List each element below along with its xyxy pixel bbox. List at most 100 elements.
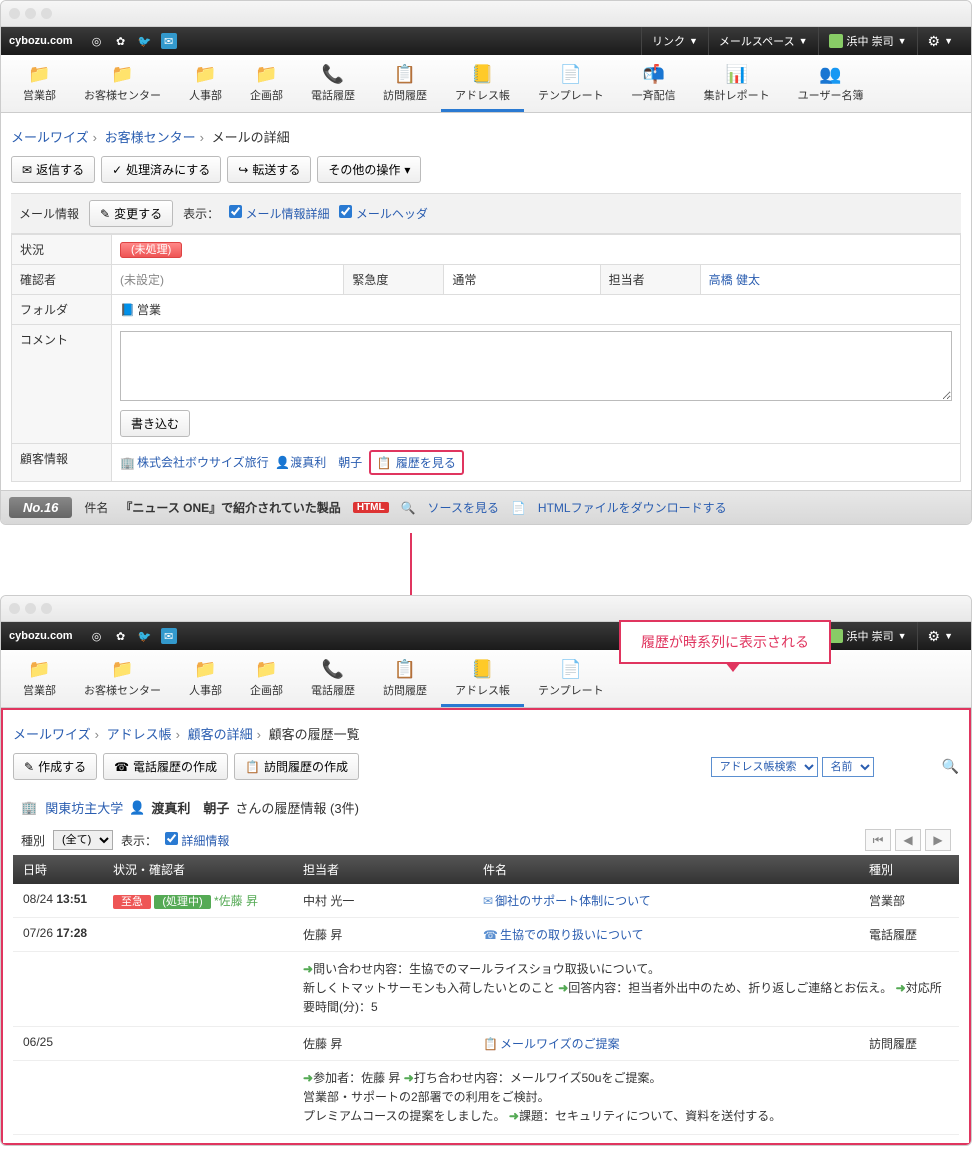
col-subject: 件名 bbox=[473, 855, 859, 884]
subject-link[interactable]: メールワイズのご提案 bbox=[500, 1037, 620, 1051]
nav-phone-history[interactable]: 📞電話履歴 bbox=[297, 654, 369, 707]
bc-customer[interactable]: 顧客の詳細 bbox=[188, 727, 253, 742]
nav-address-book[interactable]: 📒アドレス帳 bbox=[441, 59, 524, 112]
customer-person-link[interactable]: 渡真利 朝子 bbox=[290, 456, 362, 470]
avatar-icon bbox=[829, 34, 843, 48]
nav-address-book[interactable]: 📒アドレス帳 bbox=[441, 654, 524, 707]
link-menu[interactable]: リンク▼ bbox=[641, 27, 708, 55]
traffic-close-icon[interactable] bbox=[9, 8, 20, 19]
assignee-label: 担当者 bbox=[600, 265, 700, 295]
customer-company-link[interactable]: 株式会社ボウサイズ旅行 bbox=[137, 456, 269, 470]
search-scope-select[interactable]: アドレス帳検索 bbox=[711, 757, 818, 777]
nav-sales[interactable]: 📁営業部 bbox=[9, 59, 70, 112]
app-icon[interactable]: ◎ bbox=[89, 628, 105, 644]
next-page-button[interactable]: ▶ bbox=[925, 829, 951, 851]
user-menu[interactable]: 浜中 崇司▼ bbox=[818, 27, 917, 55]
table-row-detail: ➜問い合わせ内容：生協でのマールライスショウ取扱いについて。 新しくトマットサー… bbox=[13, 952, 959, 1027]
folder-icon: 📁 bbox=[253, 658, 281, 680]
search-by-select[interactable]: 名前 bbox=[822, 757, 874, 777]
user-menu[interactable]: 浜中 崇司▼ bbox=[818, 622, 917, 650]
bulk-icon: 📬 bbox=[640, 63, 668, 85]
nav-visit-history[interactable]: 📋訪問履歴 bbox=[369, 59, 441, 112]
assignee-link[interactable]: 高橋 健太 bbox=[709, 273, 760, 287]
nav-customer-center[interactable]: 📁お客様センター bbox=[70, 59, 175, 112]
traffic-min-icon[interactable] bbox=[25, 603, 36, 614]
nav-planning[interactable]: 📁企画部 bbox=[236, 654, 297, 707]
traffic-close-icon[interactable] bbox=[9, 603, 20, 614]
nav-template[interactable]: 📄テンプレート bbox=[524, 654, 618, 707]
bird-icon[interactable]: 🐦 bbox=[137, 628, 153, 644]
mail-icon[interactable]: ✉ bbox=[161, 628, 177, 644]
type-label: 種別 bbox=[21, 832, 45, 849]
create-phone-button[interactable]: ☎電話履歴の作成 bbox=[103, 753, 228, 780]
gear-icon[interactable]: ⚙▼ bbox=[917, 27, 963, 55]
navbar: 📁営業部 📁お客様センター 📁人事部 📁企画部 📞電話履歴 📋訪問履歴 📒アドレ… bbox=[1, 55, 971, 113]
nav-report[interactable]: 📊集計レポート bbox=[690, 59, 784, 112]
nav-sales[interactable]: 📁営業部 bbox=[9, 654, 70, 707]
col-datetime: 日時 bbox=[13, 855, 103, 884]
first-page-button[interactable]: ⏮ bbox=[865, 829, 891, 851]
history-heading: 🏢関東坊主大学 👤渡真利 朝子 さんの履歴情報 (3件) bbox=[13, 790, 959, 825]
settings-icon[interactable]: ✿ bbox=[113, 33, 129, 49]
prev-page-button[interactable]: ◀ bbox=[895, 829, 921, 851]
nav-customer-center[interactable]: 📁お客様センター bbox=[70, 654, 175, 707]
mark-done-button[interactable]: ✓処理済みにする bbox=[101, 156, 221, 183]
type-select[interactable]: (全て) bbox=[53, 830, 113, 850]
visit-icon: 📋 bbox=[391, 63, 419, 85]
nav-template[interactable]: 📄テンプレート bbox=[524, 59, 618, 112]
bc-space[interactable]: お客様センター bbox=[105, 130, 196, 145]
view-history-link[interactable]: 履歴を見る bbox=[396, 454, 456, 471]
nav-users[interactable]: 👥ユーザー名簿 bbox=[784, 59, 878, 112]
download-html-link[interactable]: HTMLファイルをダウンロードする bbox=[538, 499, 727, 516]
nav-bulk[interactable]: 📬一斉配信 bbox=[618, 59, 690, 112]
visit-icon: 📋 bbox=[391, 658, 419, 680]
bird-icon[interactable]: 🐦 bbox=[137, 33, 153, 49]
forward-button[interactable]: ↪転送する bbox=[227, 156, 311, 183]
bc-root[interactable]: メールワイズ bbox=[11, 130, 89, 145]
settings-icon[interactable]: ✿ bbox=[113, 628, 129, 644]
window-history: 履歴が時系列に表示される cybozu.com ◎ ✿ 🐦 ✉ リンク▼ メール… bbox=[0, 595, 972, 1146]
reply-button[interactable]: ✉返信する bbox=[11, 156, 95, 183]
traffic-min-icon[interactable] bbox=[25, 8, 36, 19]
nav-planning[interactable]: 📁企画部 bbox=[236, 59, 297, 112]
mail-icon[interactable]: ✉ bbox=[161, 33, 177, 49]
gear-icon[interactable]: ⚙▼ bbox=[917, 622, 963, 650]
nav-hr[interactable]: 📁人事部 bbox=[175, 59, 236, 112]
nav-hr[interactable]: 📁人事部 bbox=[175, 654, 236, 707]
bc-root[interactable]: メールワイズ bbox=[13, 727, 91, 742]
table-row: 06/25 佐藤 昇 📋メールワイズのご提案 訪問履歴 bbox=[13, 1026, 959, 1060]
create-button[interactable]: ✎作成する bbox=[13, 753, 97, 780]
org-link[interactable]: 関東坊主大学 bbox=[45, 798, 123, 817]
report-icon: 📊 bbox=[723, 63, 751, 85]
view-history-callout: 📋履歴を見る bbox=[369, 450, 464, 475]
nav-phone-history[interactable]: 📞電話履歴 bbox=[297, 59, 369, 112]
mail-info-title: メール情報 bbox=[19, 205, 79, 222]
processing-badge: (処理中) bbox=[154, 895, 210, 909]
app-icon[interactable]: ◎ bbox=[89, 33, 105, 49]
mail-info-header: メール情報 ✎変更する 表示： メール情報詳細 メールヘッダ bbox=[11, 193, 961, 234]
traffic-max-icon[interactable] bbox=[41, 603, 52, 614]
person-icon: 👤 bbox=[129, 800, 145, 816]
phone-icon: 📞 bbox=[319, 63, 347, 85]
write-button[interactable]: 書き込む bbox=[120, 410, 190, 437]
topbar: cybozu.com ◎ ✿ 🐦 ✉ リンク▼ メールスペース▼ 浜中 崇司▼ … bbox=[1, 27, 971, 55]
pager: ⏮ ◀ ▶ bbox=[865, 829, 951, 851]
comment-input[interactable] bbox=[120, 331, 952, 401]
change-button[interactable]: ✎変更する bbox=[89, 200, 173, 227]
other-actions-button[interactable]: その他の操作▾ bbox=[317, 156, 421, 183]
source-icon: 🔍 bbox=[401, 501, 416, 515]
bc-address[interactable]: アドレス帳 bbox=[107, 727, 172, 742]
traffic-max-icon[interactable] bbox=[41, 8, 52, 19]
search-icon[interactable]: 🔍 bbox=[942, 758, 959, 775]
subject-link[interactable]: 生協での取り扱いについて bbox=[500, 928, 644, 942]
visit-icon: 📋 bbox=[483, 1037, 498, 1051]
show-detail-check[interactable]: 詳細情報 bbox=[165, 832, 229, 849]
create-visit-button[interactable]: 📋訪問履歴の作成 bbox=[234, 753, 359, 780]
users-icon: 👥 bbox=[817, 63, 845, 85]
show-header-check[interactable]: メールヘッダ bbox=[339, 205, 427, 222]
nav-visit-history[interactable]: 📋訪問履歴 bbox=[369, 654, 441, 707]
subject-link[interactable]: 御社のサポート体制について bbox=[495, 894, 651, 908]
mailspace-menu[interactable]: メールスペース▼ bbox=[708, 27, 818, 55]
view-source-link[interactable]: ソースを見る bbox=[428, 499, 499, 516]
show-detail-check[interactable]: メール情報詳細 bbox=[229, 205, 329, 222]
